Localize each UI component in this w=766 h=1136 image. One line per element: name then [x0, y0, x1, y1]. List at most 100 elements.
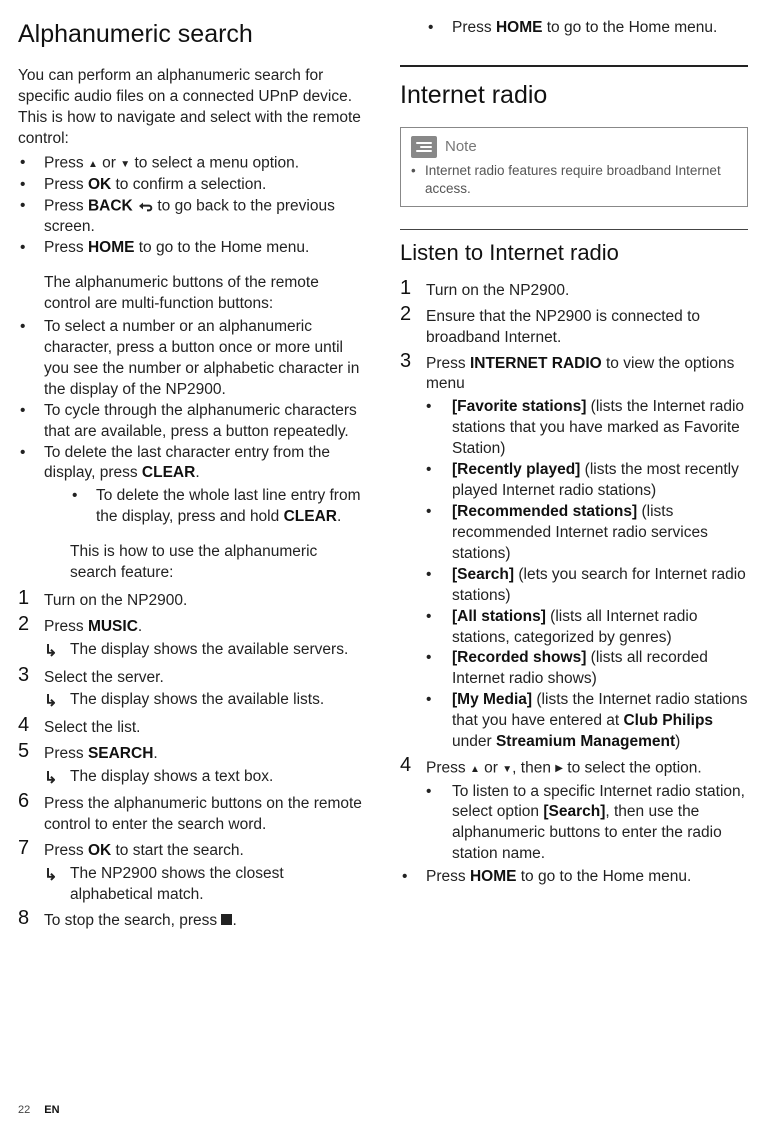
step-item: 2 Ensure that the NP2900 is connected to…: [400, 304, 748, 349]
step-result: The NP2900 shows the closest alphabetica…: [44, 864, 366, 906]
step-number: 1: [400, 278, 426, 299]
bullet-text: Press HOME to go to the Home menu.: [44, 238, 366, 259]
step-result: The display shows a text box.: [44, 767, 366, 790]
step-number: 3: [18, 665, 44, 686]
step-number: 8: [18, 908, 44, 929]
step-number: 4: [18, 715, 44, 736]
options-list: •[Favorite stations] (lists the Internet…: [426, 397, 748, 753]
page-footer: 22 EN: [18, 1103, 60, 1118]
bullet-item: • Press OK to confirm a selection.: [18, 175, 366, 196]
step-number: 2: [18, 614, 44, 635]
bullet-icon: •: [18, 443, 44, 464]
option-item: •[Recently played] (lists the most recen…: [426, 460, 748, 502]
bullet-item: • Press HOME to go to the Home menu.: [400, 867, 748, 888]
step-body: Ensure that the NP2900 is connected to b…: [426, 304, 748, 349]
step-body: Turn on the NP2900.: [426, 278, 748, 302]
note-body: •Internet radio features require broadba…: [411, 162, 737, 198]
step-item: 2 Press MUSIC. The display shows the ava…: [18, 614, 366, 663]
step-item: 6 Press the alphanumeric buttons on the …: [18, 791, 366, 836]
step-body: Select the server. The display shows the…: [44, 665, 366, 714]
sub-bullet-item: • To listen to a specific Internet radio…: [426, 782, 748, 866]
remote-bullets: • Press or to select a menu option. • Pr…: [18, 153, 366, 259]
sub-bullets: • To delete the whole last line entry fr…: [44, 486, 366, 528]
page-number: 22: [18, 1103, 30, 1118]
bullet-text: To select a number or an alphanumeric ch…: [44, 317, 366, 401]
bullet-icon: •: [18, 153, 44, 174]
bullet-icon: •: [426, 607, 452, 628]
section-title-internet-radio: Internet radio: [400, 79, 748, 113]
option-item: •[Recommended stations] (lists recommend…: [426, 502, 748, 565]
bullet-icon: •: [400, 867, 426, 888]
arrow-up-icon: [88, 153, 98, 174]
multifunction-bullets: • To select a number or an alphanumeric …: [18, 317, 366, 528]
bullet-item: • To delete the last character entry fro…: [18, 443, 366, 529]
note-icon: [411, 136, 437, 158]
arrow-right-icon: [555, 758, 563, 779]
bullet-item: • To select a number or an alphanumeric …: [18, 317, 366, 401]
page-language: EN: [44, 1103, 59, 1118]
step-body: Turn on the NP2900.: [44, 588, 366, 612]
bullet-item: • Press BACK to go back to the previous …: [18, 196, 366, 238]
option-item: •[Favorite stations] (lists the Internet…: [426, 397, 748, 460]
bullet-icon: •: [426, 565, 452, 586]
sub-bullet-item: • To delete the whole last line entry fr…: [44, 486, 366, 528]
bullet-icon: •: [426, 18, 452, 39]
step-body: Press MUSIC. The display shows the avail…: [44, 614, 366, 663]
step-item: 1 Turn on the NP2900.: [18, 588, 366, 612]
step-number: 3: [400, 351, 426, 372]
option-item: •[My Media] (lists the Internet radio st…: [426, 690, 748, 753]
step-result: The display shows the available lists.: [44, 690, 366, 713]
alphanumeric-steps: 1 Turn on the NP2900. 2 Press MUSIC. The…: [18, 588, 366, 932]
bullet-text: Press BACK to go back to the previous sc…: [44, 196, 366, 238]
bullet-text: Press HOME to go to the Home menu.: [452, 18, 748, 39]
arrow-down-icon: [120, 153, 130, 174]
tail-bullets: • Press HOME to go to the Home menu.: [400, 867, 748, 888]
bullet-text: To cycle through the alphanumeric charac…: [44, 401, 366, 443]
bullet-icon: •: [426, 690, 452, 711]
step-number: 6: [18, 791, 44, 812]
option-item: •[Search] (lets you search for Internet …: [426, 565, 748, 607]
step-body: To stop the search, press .: [44, 908, 366, 932]
note-label: Note: [445, 137, 477, 157]
step-body: Press the alphanumeric buttons on the re…: [44, 791, 366, 836]
bullet-icon: •: [18, 401, 44, 422]
result-arrow-icon: [44, 767, 70, 790]
result-arrow-icon: [44, 640, 70, 663]
step-number: 7: [18, 838, 44, 859]
bullet-icon: •: [426, 502, 452, 523]
page-columns: Alphanumeric search You can perform an a…: [18, 18, 748, 1076]
step-body: Select the list.: [44, 715, 366, 739]
bullet-icon: •: [426, 648, 452, 669]
section-divider: [400, 65, 748, 67]
step-item: 3 Press INTERNET RADIO to view the optio…: [400, 351, 748, 754]
step-number: 5: [18, 741, 44, 762]
step-item: 4 Select the list.: [18, 715, 366, 739]
step-item: 1 Turn on the NP2900.: [400, 278, 748, 302]
step-number: 1: [18, 588, 44, 609]
bullet-text: Press HOME to go to the Home menu.: [426, 867, 748, 888]
result-arrow-icon: [44, 690, 70, 713]
step-number: 2: [400, 304, 426, 325]
intro-para: You can perform an alphanumeric search f…: [18, 66, 366, 150]
step-item: 5 Press SEARCH. The display shows a text…: [18, 741, 366, 790]
bullet-item: • Press or to select a menu option.: [18, 153, 366, 174]
arrow-up-icon: [470, 758, 480, 779]
step-body: Press OK to start the search. The NP2900…: [44, 838, 366, 906]
left-column: Alphanumeric search You can perform an a…: [18, 18, 366, 1076]
section-title-alphanumeric: Alphanumeric search: [18, 18, 366, 52]
option-item: •[All stations] (lists all Internet radi…: [426, 607, 748, 649]
step-item: 7 Press OK to start the search. The NP29…: [18, 838, 366, 906]
bullet-text: To delete the whole last line entry from…: [96, 486, 366, 528]
step-item: 3 Select the server. The display shows t…: [18, 665, 366, 714]
bullet-icon: •: [18, 175, 44, 196]
bullet-icon: •: [426, 782, 452, 803]
stop-icon: [221, 914, 232, 925]
step-number: 4: [400, 755, 426, 776]
step-item: 4 Press or , then to select the option. …: [400, 755, 748, 865]
step-body: Press INTERNET RADIO to view the options…: [426, 351, 748, 754]
top-right-bullets: • Press HOME to go to the Home menu.: [400, 18, 748, 39]
step-item: 8 To stop the search, press .: [18, 908, 366, 932]
mid-para: The alphanumeric buttons of the remote c…: [18, 273, 366, 315]
option-item: •[Recorded shows] (lists all recorded In…: [426, 648, 748, 690]
bullet-item: • To cycle through the alphanumeric char…: [18, 401, 366, 443]
